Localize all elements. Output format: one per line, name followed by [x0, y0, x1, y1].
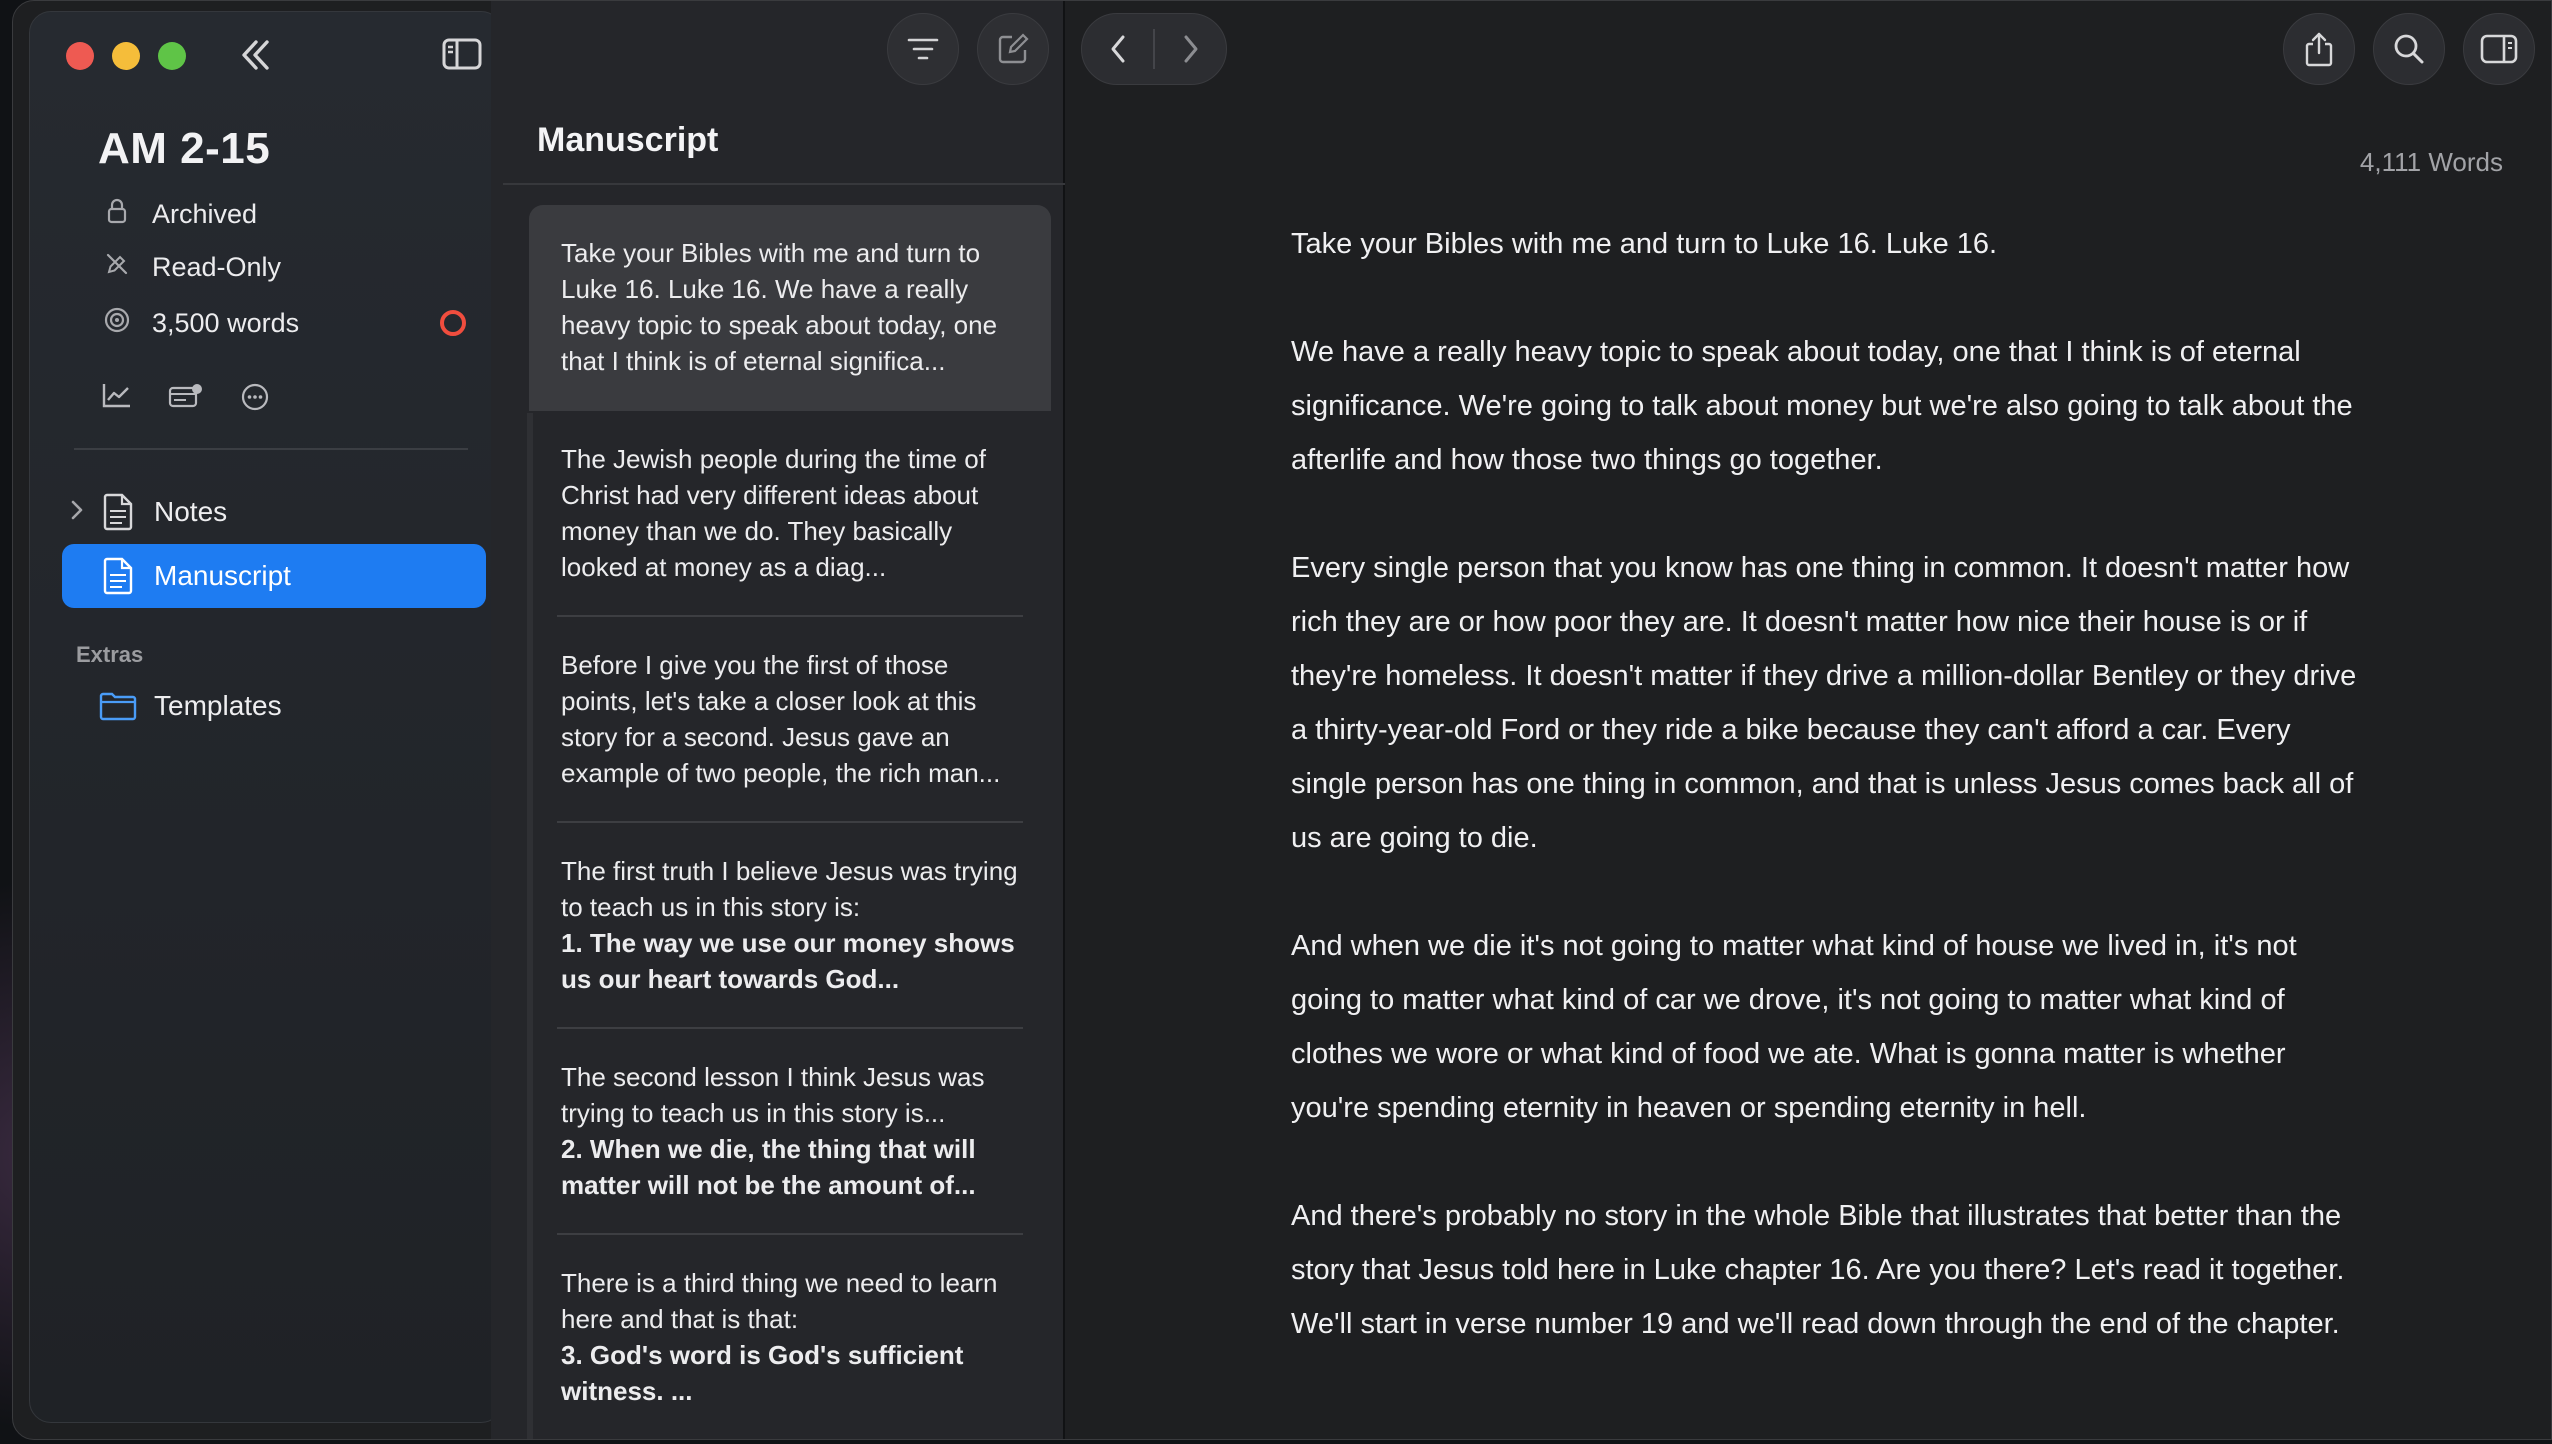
goal-progress-ring	[440, 310, 466, 336]
sidebar-item-manuscript[interactable]: Manuscript	[62, 544, 486, 608]
zoom-window-button[interactable]	[158, 42, 186, 70]
document-body[interactable]: Take your Bibles with me and turn to Luk…	[1291, 217, 2371, 1405]
read-only-status: Read-Only	[102, 252, 281, 283]
back-button[interactable]	[1082, 34, 1153, 64]
sheet-preview-heading: 2. When we die, the thing that will matt…	[561, 1134, 976, 1200]
project-title: AM 2-15	[98, 124, 271, 173]
minimize-window-button[interactable]	[112, 42, 140, 70]
target-icon	[102, 306, 132, 341]
archived-label: Archived	[152, 199, 258, 229]
sheet-preview: Take your Bibles with me and turn to Luk…	[561, 238, 998, 376]
lock-icon	[102, 198, 132, 231]
sidebar-item-notes[interactable]: Notes	[62, 480, 486, 544]
window-controls	[66, 42, 186, 70]
folder-icon	[92, 691, 144, 721]
sheet-preview: Before I give you the first of those poi…	[561, 650, 1001, 788]
archive-manager-icon[interactable]	[168, 382, 204, 420]
share-icon	[2305, 32, 2333, 67]
inspector-toggle-button[interactable]	[2463, 13, 2535, 85]
paragraph: And there's probably no story in the who…	[1291, 1200, 2345, 1340]
search-button[interactable]	[2373, 13, 2445, 85]
share-button[interactable]	[2283, 13, 2355, 85]
document-icon	[92, 493, 144, 531]
word-goal-label: 3,500 words	[152, 308, 300, 338]
chevron-right-icon	[1184, 35, 1197, 63]
filter-button[interactable]	[887, 13, 959, 85]
sheet-card[interactable]: There is a third thing we need to learn …	[529, 1235, 1051, 1439]
sidebar-right-icon	[2480, 34, 2518, 64]
sheet-card[interactable]: The second lesson I think Jesus was tryi…	[529, 1029, 1051, 1235]
paragraph: Take your Bibles with me and turn to Luk…	[1291, 228, 1998, 260]
statistics-icon[interactable]	[102, 382, 132, 420]
sheet-preview: There is a third thing we need to learn …	[561, 1268, 998, 1334]
sheet-preview: The Jewish people during the time of Chr…	[561, 444, 986, 582]
archived-status: Archived	[102, 198, 257, 231]
app-window: AM 2-15 Archived Read-Only 3,500 words N…	[12, 0, 2552, 1440]
sheet-list: Take your Bibles with me and turn to Luk…	[529, 205, 1051, 1439]
paragraph: Every single person that you know has on…	[1291, 552, 2357, 854]
sheet-preview-heading: 1. The way we use our money shows us our…	[561, 928, 1015, 994]
chevron-left-icon	[1111, 35, 1125, 63]
sidebar-item-label: Templates	[154, 690, 282, 721]
forward-button[interactable]	[1155, 34, 1226, 64]
sidebar-item-label: Notes	[154, 496, 228, 527]
word-goal[interactable]: 3,500 words	[102, 306, 299, 341]
sheet-preview: The first truth I believe Jesus was tryi…	[561, 856, 1018, 922]
filter-icon	[907, 38, 939, 60]
toggle-sidebar-icon[interactable]	[442, 38, 482, 76]
more-options-icon[interactable]	[240, 382, 270, 420]
sheet-card[interactable]: Take your Bibles with me and turn to Luk…	[529, 205, 1051, 411]
sidebar-item-templates[interactable]: Templates	[62, 674, 486, 738]
extras-section-label: Extras	[76, 642, 144, 667]
search-icon	[2394, 34, 2424, 64]
document-icon	[92, 557, 144, 595]
new-sheet-button[interactable]	[977, 13, 1049, 85]
close-window-button[interactable]	[66, 42, 94, 70]
sheet-card[interactable]: Before I give you the first of those poi…	[529, 617, 1051, 823]
sheet-card[interactable]: The Jewish people during the time of Chr…	[529, 411, 1051, 617]
sheet-preview: The second lesson I think Jesus was tryi…	[561, 1062, 985, 1128]
paragraph: And when we die it's not going to matter…	[1291, 930, 2297, 1124]
word-count: 4,111 Words	[2359, 147, 2503, 177]
collapse-library-icon[interactable]	[236, 38, 274, 78]
compose-icon	[998, 33, 1029, 64]
chevron-right-icon[interactable]	[62, 497, 92, 528]
read-only-label: Read-Only	[152, 252, 282, 282]
list-title: Manuscript	[537, 121, 719, 159]
sheet-preview-heading: 3. God's word is God's sufficient witnes…	[561, 1340, 964, 1406]
paragraph: We have a really heavy topic to speak ab…	[1291, 336, 2353, 476]
pencil-slash-icon	[102, 252, 132, 283]
sheet-list-pane: Manuscript Take your Bibles with me and …	[491, 1, 1065, 1439]
sheet-card[interactable]: The first truth I believe Jesus was tryi…	[529, 823, 1051, 1029]
sidebar-divider	[74, 448, 468, 450]
navigation-pill	[1081, 13, 1227, 85]
editor-pane: 4,111 Words Take your Bibles with me and…	[1067, 1, 2551, 1439]
list-header-divider	[503, 183, 1065, 185]
sidebar-item-label: Manuscript	[154, 560, 291, 591]
sidebar: AM 2-15 Archived Read-Only 3,500 words N…	[29, 11, 503, 1423]
library-tools	[102, 382, 270, 420]
